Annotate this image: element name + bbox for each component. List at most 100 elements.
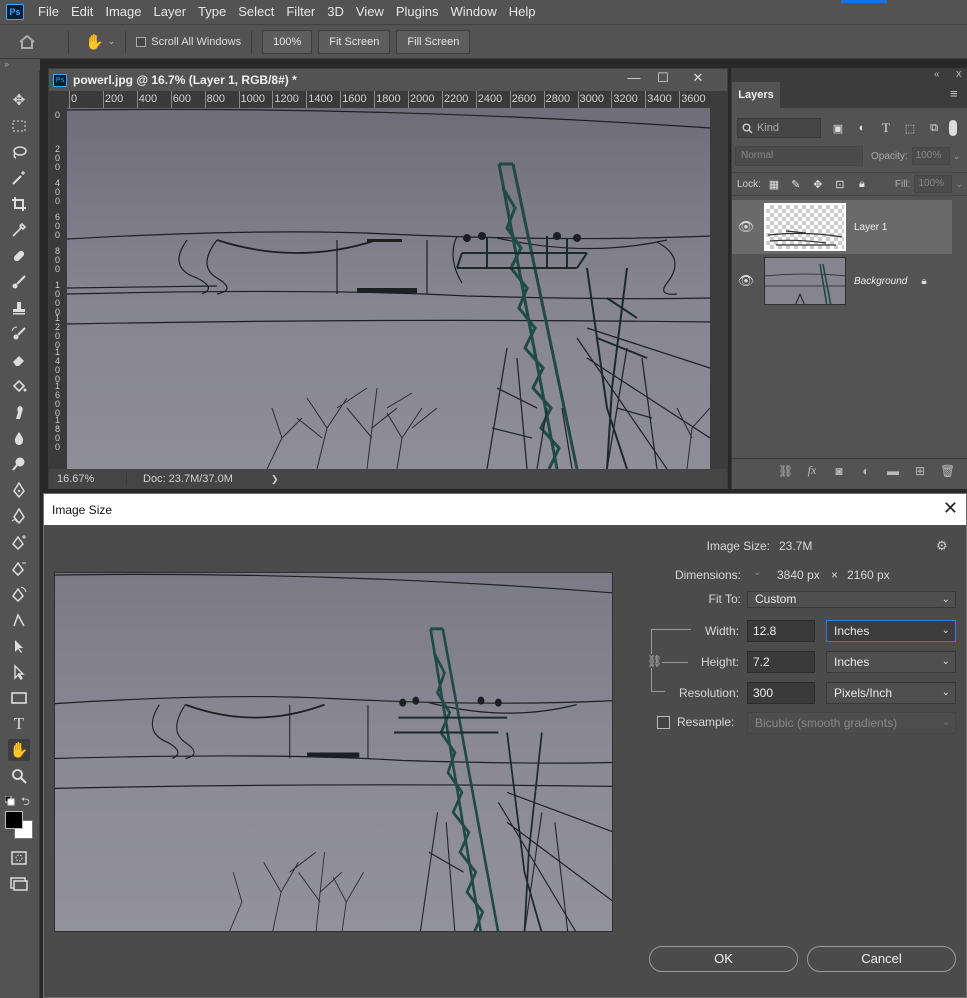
menu-file[interactable]: File [32,0,65,24]
direct-selection-tool-icon[interactable] [8,661,30,683]
default-colors-icon[interactable] [4,795,15,806]
minimize-icon[interactable]: — [619,69,649,89]
menu-3d[interactable]: 3D [321,0,350,24]
menu-view[interactable]: View [350,0,390,24]
delete-anchor-point-tool-icon[interactable] [8,557,30,579]
ok-button[interactable]: OK [649,946,798,972]
chevron-down-icon[interactable]: ⌄ [953,151,961,162]
new-adjustment-layer-icon[interactable]: ◐ [859,464,873,478]
width-input[interactable]: 12.8 [747,620,815,642]
filter-kind-select[interactable]: Kind [737,118,821,138]
height-input[interactable]: 7.2 [747,651,815,673]
lock-position-icon[interactable]: ✥ [811,177,825,191]
layer-name[interactable]: Layer 1 [854,222,887,233]
fill-screen-button[interactable]: Fill Screen [396,29,471,54]
menu-image[interactable]: Image [99,0,147,24]
hand-tool-icon[interactable]: ✋ [8,739,30,761]
path-selection-tool-icon[interactable] [8,635,30,657]
close-icon[interactable]: ✕ [683,69,713,89]
scroll-all-windows-option[interactable]: Scroll All Windows [136,36,241,48]
lock-all-icon[interactable]: 🔒︎ [855,177,869,191]
blend-mode-select[interactable]: Normal [735,146,863,166]
chevron-down-icon[interactable]: ⌄ [108,36,116,47]
adjustment-filter-icon[interactable]: ◐ [855,121,869,135]
document-canvas[interactable] [67,108,710,469]
convert-point-tool-icon[interactable] [8,609,30,631]
lock-artboard-icon[interactable]: ⊡ [833,177,847,191]
vertical-ruler[interactable]: 0 200 400 600 800 1000 1200 1400 1600 1800 [49,108,67,469]
height-unit-select[interactable]: Inches ⌄ [826,651,956,673]
collapse-panel-icon[interactable]: « [934,69,940,80]
menu-filter[interactable]: Filter [280,0,321,24]
quick-mask-icon[interactable] [8,847,30,869]
dodge-tool-icon[interactable] [8,453,30,475]
smudge-tool-icon[interactable] [8,401,30,423]
delete-layer-icon[interactable]: 🗑︎ [940,464,955,478]
filter-toggle-icon[interactable] [949,120,957,136]
lock-transparent-icon[interactable]: ▦ [767,177,781,191]
layer-thumbnail[interactable] [764,203,846,251]
new-group-icon[interactable]: ▬ [886,464,900,478]
panel-menu-icon[interactable]: ≡ [950,86,958,101]
chevron-down-icon[interactable]: ⌄ [955,179,963,190]
zoom-100-button[interactable]: 100% [262,29,313,54]
menu-window[interactable]: Window [444,0,502,24]
history-brush-tool-icon[interactable] [8,323,30,345]
add-mask-icon[interactable]: ◙ [832,464,846,478]
close-panel-icon[interactable]: x [956,68,962,80]
crop-tool-icon[interactable] [8,193,30,215]
pen-tool-icon[interactable] [8,479,30,501]
zoom-tool-icon[interactable] [8,765,30,787]
shape-filter-icon[interactable]: ⬚ [903,121,917,135]
scroll-all-windows-checkbox[interactable] [136,36,147,47]
tab-layers[interactable]: Layers [732,82,780,108]
fit-to-select[interactable]: Custom ⌄ [747,591,956,608]
type-filter-icon[interactable]: T [879,120,893,135]
layer-row-layer-1[interactable]: 👁︎ Layer 1 [732,200,952,254]
curvature-pen-tool-icon[interactable] [8,583,30,605]
marquee-tool-icon[interactable] [8,115,30,137]
menu-plugins[interactable]: Plugins [390,0,445,24]
visibility-eye-icon[interactable]: 👁︎ [732,273,760,289]
fill-field[interactable]: 100% [914,175,953,193]
resolution-unit-select[interactable]: Pixels/Inch ⌄ [826,682,956,704]
add-anchor-point-tool-icon[interactable] [8,531,30,553]
healing-brush-tool-icon[interactable] [8,245,30,267]
fx-icon[interactable]: fx [805,463,819,478]
resample-label[interactable]: Resample: [677,715,734,729]
maximize-icon[interactable]: ☐ [648,69,678,89]
paint-bucket-tool-icon[interactable] [8,375,30,397]
home-icon[interactable] [18,34,36,50]
swap-colors-icon[interactable]: ⮌ [21,793,30,812]
layer-name[interactable]: Background [854,276,907,287]
close-icon[interactable]: ✕ [943,498,958,519]
menu-type[interactable]: Type [192,0,232,24]
magic-wand-tool-icon[interactable] [8,167,30,189]
menu-layer[interactable]: Layer [148,0,193,24]
menu-select[interactable]: Select [232,0,280,24]
eraser-tool-icon[interactable] [8,349,30,371]
eyedropper-tool-icon[interactable] [8,219,30,241]
blur-tool-icon[interactable] [8,427,30,449]
zoom-level[interactable]: 16.67% [49,473,127,485]
width-unit-select[interactable]: Inches ⌄ [826,620,956,642]
smart-object-filter-icon[interactable]: ⧉ [927,121,941,135]
lasso-tool-icon[interactable] [8,141,30,163]
dialog-title-bar[interactable]: Image Size ✕ [44,494,966,525]
menu-help[interactable]: Help [503,0,542,24]
brush-tool-icon[interactable] [8,271,30,293]
vertical-scrollbar[interactable] [710,91,727,469]
horizontal-ruler[interactable]: 0 200 400 600 800 1000 1200 1400 1600 1800 2000 220… [67,91,710,108]
status-menu-arrow[interactable]: ❯ [271,474,279,485]
toolbar-collapse[interactable]: » [0,59,40,71]
menu-edit[interactable]: Edit [65,0,99,24]
rectangle-tool-icon[interactable] [8,687,30,709]
constrain-proportions-icon[interactable]: ⛓ [647,654,663,668]
layer-thumbnail[interactable] [764,257,846,305]
screen-mode-icon[interactable] [8,873,30,895]
pixel-filter-icon[interactable]: ▣ [831,121,845,135]
resample-method-select[interactable]: Bicubic (smooth gradients) ⌄ [747,712,956,734]
move-tool-icon[interactable]: ✥ [8,89,30,111]
foreground-color-swatch[interactable] [5,811,23,829]
resolution-input[interactable]: 300 [747,682,815,704]
